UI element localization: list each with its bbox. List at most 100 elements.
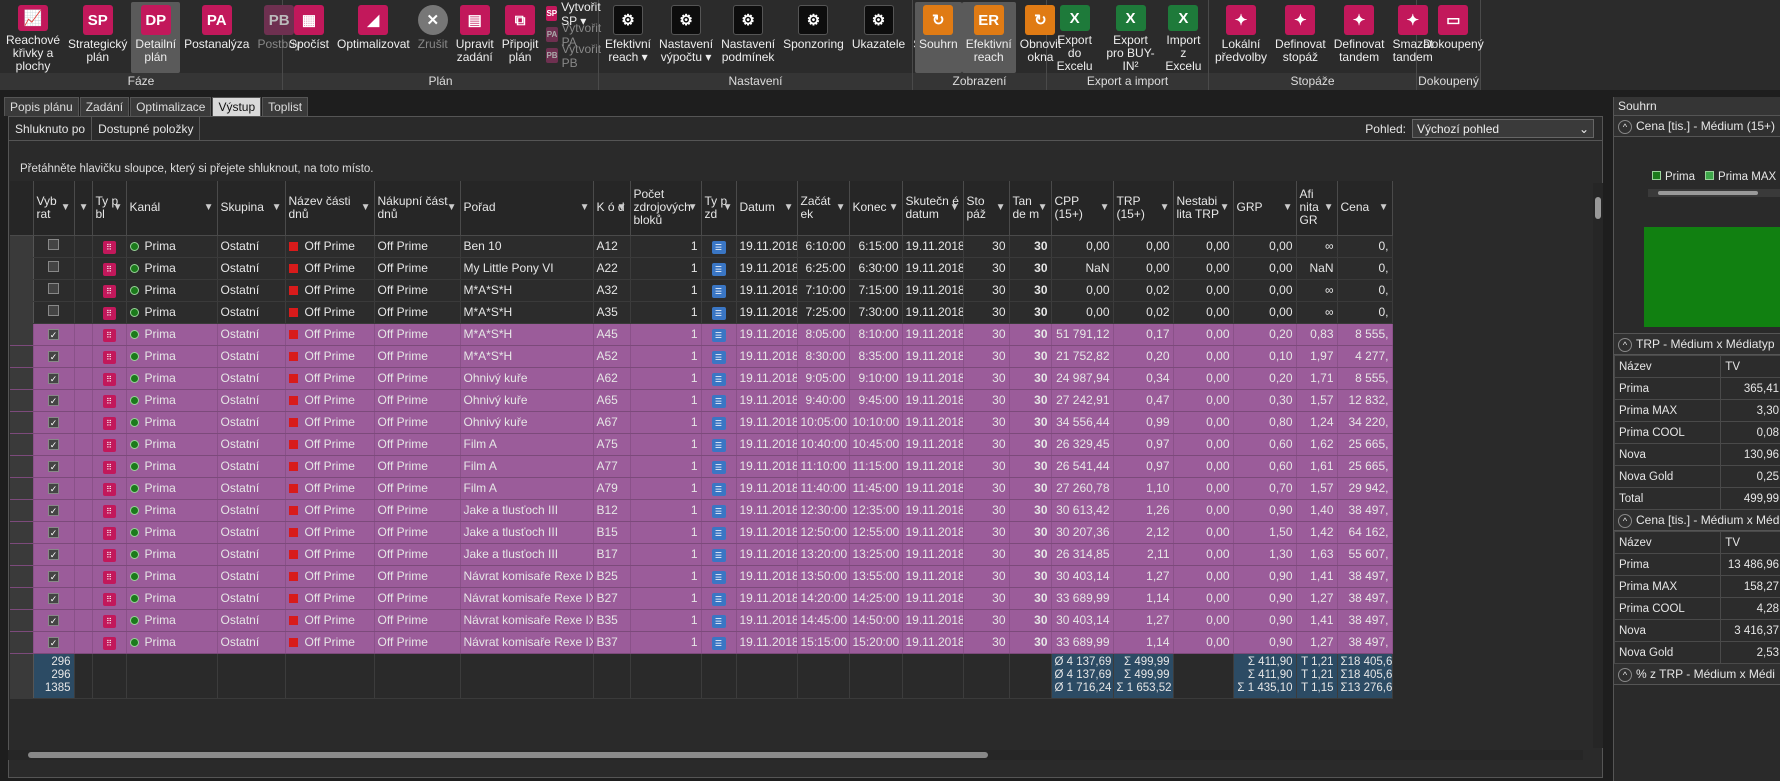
ribbon-button-1-0[interactable]: ▦ Spočíst [285, 2, 333, 73]
section-cena-mediatyp[interactable]: ^ Cena [tis.] - Médium x Médi [1614, 510, 1780, 531]
ribbon-button-0-2[interactable]: DP Detailní plán [131, 2, 181, 73]
column-header-13[interactable]: Konec ▼ [849, 181, 903, 236]
horizontal-scroll-thumb[interactable] [28, 752, 988, 758]
filter-icon[interactable]: ▼ [61, 201, 71, 214]
ribbon-button-1-4[interactable]: ⧉ Připojit plán [498, 2, 543, 73]
table-row[interactable]: ⠿ Prima Ostatní Off Prime Off Prime M*A*S*H A3… [10, 301, 1393, 324]
column-header-5[interactable]: Název části dnů ▼ [285, 181, 375, 236]
ribbon-button-2-3[interactable]: ⚙ Sponzoring [779, 2, 848, 73]
view-select[interactable]: Výchozí pohled ⌄ [1412, 119, 1594, 138]
vertical-scroll-thumb[interactable] [1595, 197, 1601, 219]
column-header-18[interactable]: TRP (15+) ▼ [1113, 181, 1174, 236]
filter-icon[interactable]: ▼ [996, 201, 1006, 214]
table-row[interactable]: ⠿ Prima Ostatní Off Prime Off Prime Ben 10 A12… [10, 235, 1393, 258]
create-pb-button[interactable]: PB Vytvořit PB [546, 42, 605, 70]
column-header-7[interactable]: Pořad ▼ [460, 181, 594, 236]
column-header-0[interactable]: Vyb rat ▼ [33, 181, 75, 236]
filter-icon[interactable]: ▼ [204, 201, 214, 214]
column-header-3[interactable]: Kanál ▼ [126, 181, 218, 236]
table-row[interactable]: ✓ ⠿ Prima Ostatní Off Prime Off Prime Film A A7… [10, 433, 1393, 456]
ribbon-button-6-0[interactable]: ▭ Dokoupený [1419, 2, 1488, 73]
select-checkbox-cell[interactable] [33, 301, 75, 324]
ribbon-button-2-2[interactable]: ⚙ Nastavení podmínek [717, 2, 779, 73]
column-header-4[interactable]: Skupina ▼ [217, 181, 286, 236]
table-row[interactable]: ✓ ⠿ Prima Ostatní Off Prime Off Prime Jake a t… [10, 543, 1393, 566]
checkbox[interactable]: ✓ [48, 505, 59, 516]
filter-icon[interactable]: ▼ [617, 201, 627, 214]
column-header-20[interactable]: GRP ▼ [1233, 181, 1297, 236]
collapse-icon[interactable]: ^ [1618, 668, 1632, 682]
filter-icon[interactable]: ▼ [950, 201, 960, 214]
checkbox[interactable]: ✓ [48, 329, 59, 340]
checkbox[interactable]: ✓ [48, 571, 59, 582]
filter-icon[interactable]: ▼ [113, 201, 123, 214]
filter-icon[interactable]: ▼ [723, 201, 733, 214]
select-checkbox-cell[interactable]: ✓ [33, 631, 75, 654]
available-items-button[interactable]: Dostupné položky [92, 116, 201, 141]
tab-4[interactable]: Toplist [262, 97, 309, 116]
select-checkbox-cell[interactable]: ✓ [33, 389, 75, 412]
section-cena-medium[interactable]: ^ Cena [tis.] - Médium (15+) [1614, 116, 1780, 137]
column-header-9[interactable]: Počet zdrojových bloků ▼ [630, 181, 702, 236]
filter-icon[interactable]: ▼ [361, 201, 371, 214]
tab-1[interactable]: Zadání [79, 97, 130, 116]
select-checkbox-cell[interactable]: ✓ [33, 565, 75, 588]
column-header-2[interactable]: Ty p bl ▼ [92, 181, 127, 236]
filter-icon[interactable]: ▼ [1160, 201, 1170, 214]
tab-2[interactable]: Optimalizace [130, 97, 212, 116]
select-checkbox-cell[interactable]: ✓ [33, 433, 75, 456]
filter-icon[interactable]: ▼ [889, 201, 899, 214]
checkbox[interactable] [48, 305, 59, 316]
table-row[interactable]: ✓ ⠿ Prima Ostatní Off Prime Off Prime Film A A7… [10, 455, 1393, 478]
section-pct-trp[interactable]: ^ % z TRP - Médium x Médi [1614, 664, 1780, 685]
table-row[interactable]: ✓ ⠿ Prima Ostatní Off Prime Off Prime M*A*S*H A… [10, 323, 1393, 346]
ribbon-button-0-0[interactable]: 📈 Reachové křivky a plochy [2, 2, 64, 73]
column-header-17[interactable]: CPP (15+) ▼ [1051, 181, 1114, 236]
column-header-16[interactable]: Tan de m ▼ [1009, 181, 1052, 236]
column-header-22[interactable]: Cena ▼ [1337, 181, 1393, 236]
select-checkbox-cell[interactable]: ✓ [33, 521, 75, 544]
table-row[interactable]: ✓ ⠿ Prima Ostatní Off Prime Off Prime Ohnivý k… [10, 367, 1393, 390]
legend-scrollbar[interactable] [1648, 189, 1780, 197]
column-header-1[interactable]: ▼ [74, 181, 93, 236]
column-header-19[interactable]: Nestabi lita TRP ▼ [1173, 181, 1234, 236]
table-row[interactable]: ✓ ⠿ Prima Ostatní Off Prime Off Prime Jake a t… [10, 521, 1393, 544]
filter-icon[interactable]: ▼ [1100, 201, 1110, 214]
table-row[interactable]: ⠿ Prima Ostatní Off Prime Off Prime My Little… [10, 257, 1393, 280]
table-row[interactable]: ✓ ⠿ Prima Ostatní Off Prime Off Prime Ohnivý k… [10, 389, 1393, 412]
select-checkbox-cell[interactable]: ✓ [33, 477, 75, 500]
filter-icon[interactable]: ▼ [580, 201, 590, 214]
filter-icon[interactable]: ▼ [272, 201, 282, 214]
column-header-15[interactable]: Sto páž ▼ [963, 181, 1010, 236]
select-checkbox-cell[interactable]: ✓ [33, 455, 75, 478]
select-checkbox-cell[interactable]: ✓ [33, 587, 75, 610]
checkbox[interactable]: ✓ [48, 593, 59, 604]
horizontal-scrollbar[interactable] [8, 750, 1583, 760]
table-row[interactable]: ✓ ⠿ Prima Ostatní Off Prime Off Prime Návrat k… [10, 631, 1393, 654]
table-row[interactable]: ⠿ Prima Ostatní Off Prime Off Prime M*A*S*H A3… [10, 279, 1393, 302]
tab-0[interactable]: Popis plánu [4, 97, 79, 116]
column-header-21[interactable]: Afi nita GR ▼ [1296, 181, 1338, 236]
select-checkbox-cell[interactable]: ✓ [33, 345, 75, 368]
create-pa-button[interactable]: PA Vytvořit PA [546, 21, 605, 49]
column-header-12[interactable]: Začát ek ▼ [797, 181, 850, 236]
filter-icon[interactable]: ▼ [688, 201, 698, 214]
ribbon-button-5-1[interactable]: ✦ Definovat stopáž [1271, 2, 1330, 73]
ribbon-button-4-2[interactable]: X Import z Excelu [1161, 2, 1206, 73]
checkbox[interactable]: ✓ [48, 527, 59, 538]
select-checkbox-cell[interactable] [33, 257, 75, 280]
ribbon-button-5-2[interactable]: ✦ Definovat tandem [1330, 2, 1389, 73]
vertical-scrollbar[interactable] [1593, 183, 1603, 748]
table-row[interactable]: ✓ ⠿ Prima Ostatní Off Prime Off Prime Návrat k… [10, 609, 1393, 632]
table-row[interactable]: ✓ ⠿ Prima Ostatní Off Prime Off Prime Návrat k… [10, 565, 1393, 588]
ribbon-button-5-0[interactable]: ✦ Lokální předvolby [1211, 2, 1271, 73]
ribbon-button-0-1[interactable]: SP Strategický plán [64, 2, 131, 73]
checkbox[interactable]: ✓ [48, 461, 59, 472]
checkbox[interactable] [48, 261, 59, 272]
table-row[interactable]: ✓ ⠿ Prima Ostatní Off Prime Off Prime M*A*S*H A… [10, 345, 1393, 368]
table-row[interactable]: ✓ ⠿ Prima Ostatní Off Prime Off Prime Návrat k… [10, 587, 1393, 610]
checkbox[interactable] [48, 283, 59, 294]
tab-3[interactable]: Výstup [212, 97, 262, 116]
select-checkbox-cell[interactable]: ✓ [33, 367, 75, 390]
filter-icon[interactable]: ▼ [1283, 201, 1293, 214]
